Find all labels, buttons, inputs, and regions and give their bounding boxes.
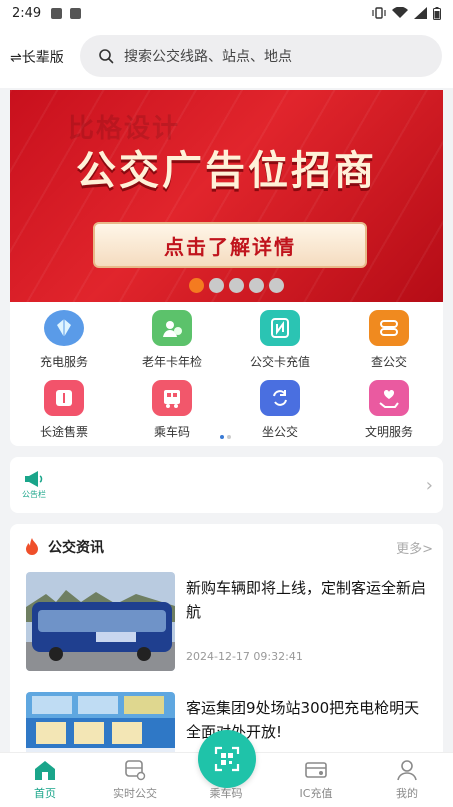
charging-icon — [44, 310, 84, 346]
status-time: 2:49 — [12, 5, 42, 21]
tab-ic-recharge[interactable]: IC充值 — [271, 757, 361, 801]
notice-label: 公告栏 — [22, 490, 46, 499]
service-label: 乘车码 — [153, 425, 190, 439]
status-bar: 2:49 — [0, 0, 453, 26]
app-header: ⇌长辈版 搜索公交线路、站点、地点 — [0, 26, 453, 88]
news-section-title: 公交资讯 — [48, 540, 104, 556]
service-grid: 充电服务 老年卡年检 公交卡充值 查公交 长途售票 乘车码 坐公交 文明服务 — [10, 302, 443, 446]
ad-banner[interactable]: 比格设计 公交广告位招商 点击了解详情 — [10, 90, 443, 302]
elder-mode-toggle[interactable]: ⇌长辈版 — [10, 47, 64, 67]
tab-label: 首页 — [34, 787, 56, 800]
ride-bus-icon — [260, 380, 300, 416]
service-civility[interactable]: 文明服务 — [335, 380, 443, 440]
service-pager — [220, 435, 231, 439]
service-long-distance[interactable]: 长途售票 — [10, 380, 118, 440]
banner-dot[interactable] — [189, 278, 204, 293]
bus-qr-icon — [152, 380, 192, 416]
tab-label: 实时公交 — [113, 787, 157, 800]
notice-badge: 公告栏 — [20, 467, 48, 503]
news-thumbnail — [26, 572, 175, 671]
qr-scan-icon — [214, 746, 240, 772]
service-pager-dot — [220, 435, 224, 439]
banner-dot[interactable] — [229, 278, 244, 293]
ic-card-icon — [303, 757, 329, 783]
civility-service-icon — [369, 380, 409, 416]
news-thumbnail — [26, 692, 175, 752]
notification-icon — [51, 7, 63, 19]
wifi-icon — [392, 7, 408, 18]
service-label: 长途售票 — [39, 425, 88, 439]
battery-icon — [433, 6, 441, 20]
service-label: 查公交 — [370, 355, 407, 369]
scan-qr-button[interactable] — [198, 730, 256, 788]
user-icon — [394, 757, 420, 783]
banner-dot[interactable] — [249, 278, 264, 293]
megaphone-icon — [25, 471, 43, 487]
senior-card-icon — [152, 310, 192, 346]
banner-cta-button[interactable]: 点击了解详情 — [93, 222, 367, 268]
news-section: 公交资讯 更多> 新购车辆即将上线，定制客运全新启航 2024-12-17 09… — [10, 524, 443, 752]
banner-title: 公交广告位招商 — [76, 148, 377, 194]
service-label: 文明服务 — [364, 425, 413, 439]
signal-icon — [414, 7, 427, 19]
home-content[interactable]: 比格设计 公交广告位招商 点击了解详情 充电服务 老年卡年检 公交卡充值 查公交… — [0, 88, 453, 752]
flame-icon — [26, 538, 38, 555]
app-notification-icon — [70, 7, 82, 19]
news-date: 2024-12-17 09:32:41 — [186, 650, 303, 663]
banner-dot[interactable] — [269, 278, 284, 293]
service-bus-qr[interactable]: 乘车码 — [118, 380, 226, 440]
nfc-card-icon — [260, 310, 300, 346]
search-icon — [99, 49, 114, 64]
banner-pager — [189, 278, 284, 293]
service-label: 充电服务 — [39, 355, 88, 369]
tab-label: IC充值 — [299, 787, 333, 800]
service-senior-card[interactable]: 老年卡年检 — [118, 310, 226, 370]
service-label: 坐公交 — [261, 425, 298, 439]
service-charging[interactable]: 充电服务 — [10, 310, 118, 370]
tab-label: 我的 — [396, 787, 418, 800]
realtime-bus-icon — [122, 757, 148, 783]
service-pager-dot — [227, 435, 231, 439]
bus-search-icon — [369, 310, 409, 346]
service-bus-search[interactable]: 查公交 — [335, 310, 443, 370]
banner-cta-label: 点击了解详情 — [164, 234, 296, 259]
search-placeholder: 搜索公交线路、站点、地点 — [124, 49, 292, 65]
elder-mode-label: ⇌长辈版 — [10, 50, 64, 66]
service-label: 老年卡年检 — [141, 355, 202, 369]
service-card-recharge[interactable]: 公交卡充值 — [226, 310, 334, 370]
service-ride-bus[interactable]: 坐公交 — [226, 380, 334, 440]
vibrate-icon — [372, 7, 386, 19]
tab-profile[interactable]: 我的 — [362, 757, 452, 801]
ticket-icon — [44, 380, 84, 416]
service-label: 公交卡充值 — [249, 355, 310, 369]
home-icon — [32, 757, 58, 783]
tab-home[interactable]: 首页 — [0, 757, 90, 801]
banner-dot[interactable] — [209, 278, 224, 293]
chevron-right-icon: › — [425, 474, 433, 496]
news-header: 公交资讯 更多> — [24, 536, 433, 558]
notice-board[interactable]: 公告栏 › — [10, 457, 443, 513]
news-headline: 新购车辆即将上线，定制客运全新启航 — [186, 579, 427, 621]
search-bar[interactable]: 搜索公交线路、站点、地点 — [80, 35, 442, 77]
news-more-link[interactable]: 更多> — [396, 538, 433, 557]
tab-realtime-bus[interactable]: 实时公交 — [90, 757, 180, 801]
